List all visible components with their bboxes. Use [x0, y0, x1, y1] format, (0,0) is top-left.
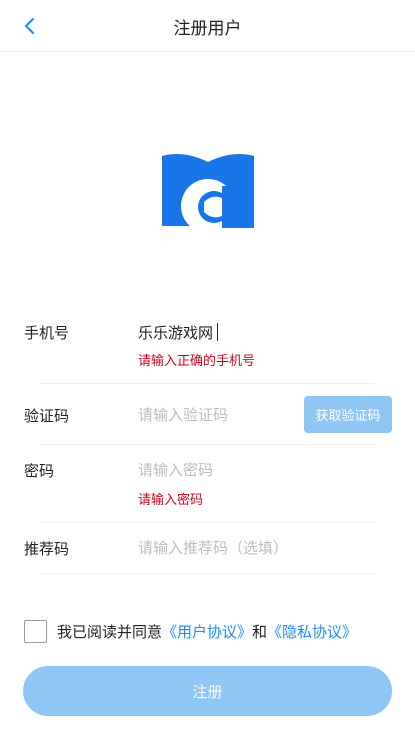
divider — [40, 573, 375, 574]
divider — [40, 444, 375, 445]
get-code-button[interactable]: 获取验证码 — [304, 396, 392, 433]
agreement-prefix: 我已阅读并同意 — [57, 622, 163, 641]
password-label: 密码 — [24, 462, 55, 480]
agreement-row: 我已阅读并同意《用户协议》和《隐私协议》 — [24, 619, 357, 643]
phone-error: 请输入正确的手机号 — [138, 354, 256, 369]
agreement-text: 我已阅读并同意《用户协议》和《隐私协议》 — [57, 621, 357, 642]
code-label: 验证码 — [24, 407, 70, 425]
referral-label: 推荐码 — [24, 540, 70, 558]
code-input[interactable] — [138, 403, 308, 427]
book-c-logo — [162, 154, 254, 228]
agreement-conjunction: 和 — [252, 622, 268, 641]
user-agreement-link[interactable]: 《用户协议》 — [162, 623, 252, 641]
divider — [40, 383, 375, 384]
top-bar: 注册用户 — [0, 0, 415, 52]
register-button[interactable]: 注册 — [23, 666, 392, 716]
privacy-policy-link[interactable]: 《隐私协议》 — [267, 623, 357, 641]
phone-label: 手机号 — [24, 324, 70, 342]
page-title: 注册用户 — [173, 19, 242, 39]
text-caret — [217, 323, 218, 341]
password-input[interactable] — [138, 458, 308, 482]
phone-input[interactable] — [138, 320, 308, 344]
password-error: 请输入密码 — [138, 493, 204, 508]
agreement-checkbox[interactable] — [24, 619, 47, 643]
referral-input[interactable] — [138, 536, 378, 560]
divider — [40, 522, 375, 523]
